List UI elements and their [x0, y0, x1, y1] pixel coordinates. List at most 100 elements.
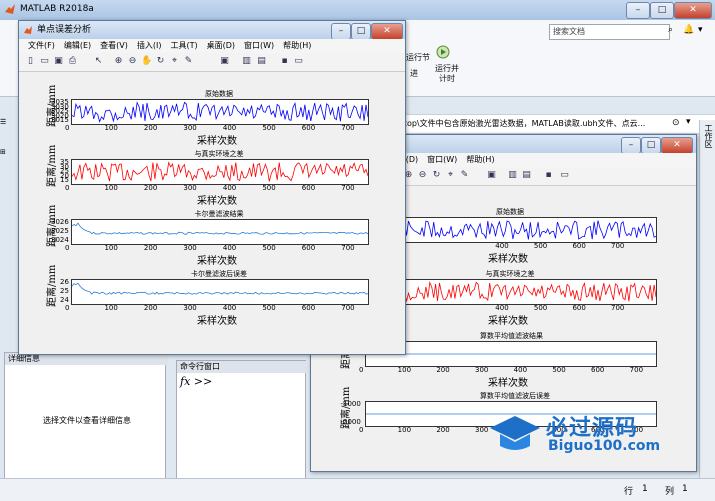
colorbar-icon[interactable]: ▥	[241, 56, 252, 67]
back-axes1-xtick-0: 400	[495, 304, 509, 312]
save-icon[interactable]: ▣	[53, 56, 64, 67]
data-cursor-icon[interactable]: ⌖	[445, 170, 456, 181]
back-axes2-title: 算数平均值滤波结果	[480, 332, 543, 340]
dropdown-icon[interactable]: ▾	[686, 117, 691, 127]
front-axes0-xtick-4: 400	[222, 124, 237, 132]
zoom-in-icon[interactable]: ⊕	[113, 56, 124, 67]
figure-icon	[24, 26, 32, 34]
fig-front-maximize-button[interactable]: □	[351, 23, 371, 40]
print-icon[interactable]: ⎙	[67, 56, 78, 67]
show-plot-tools-icon[interactable]: ▭	[559, 170, 570, 181]
zoom-out-icon[interactable]: ⊖	[417, 170, 428, 181]
front-menu-item-2[interactable]: 查看(V)	[100, 41, 128, 50]
row-label: 行	[624, 487, 634, 497]
colorbar-icon[interactable]: ▥	[507, 170, 518, 181]
expand-panel-icon[interactable]: ⊞	[0, 148, 8, 156]
front-menu-item-4[interactable]: 工具(T)	[170, 41, 197, 50]
fig-front-minimize-button[interactable]: –	[331, 23, 351, 40]
front-menu-item-6[interactable]: 窗口(W)	[244, 41, 274, 50]
front-axes3-plot[interactable]	[71, 279, 369, 305]
workspace-side-tab[interactable]: 工作区	[699, 120, 715, 480]
front-axes0-xtick-7: 700	[341, 124, 355, 132]
front-axes0-xtick-5: 500	[262, 124, 276, 132]
back-axes0-xtick-3: 700	[611, 242, 625, 250]
maximize-button[interactable]: □	[650, 2, 674, 19]
command-window-header: 命令行窗口	[177, 361, 308, 373]
front-menu-item-5[interactable]: 桌面(D)	[207, 41, 235, 50]
hide-plot-tools-icon[interactable]: ▪	[543, 170, 554, 181]
rotate-icon[interactable]: ↻	[431, 170, 442, 181]
link-plot-icon[interactable]: ▣	[219, 56, 230, 67]
fig-back-minimize-button[interactable]: –	[621, 137, 641, 154]
front-menu-item-1[interactable]: 编辑(E)	[64, 41, 91, 50]
back-axes0-title: 原始数据	[496, 208, 524, 216]
hide-plot-tools-icon[interactable]: ▪	[279, 56, 290, 67]
chevron-down-icon[interactable]: ▾	[698, 25, 703, 35]
back-axes2-xtick-2: 200	[436, 366, 450, 374]
pan-icon[interactable]: ✋	[141, 56, 152, 67]
minimize-button[interactable]: –	[626, 2, 650, 19]
matlab-titlebar	[0, 0, 715, 20]
run-and-time-label[interactable]: 运行并 计时	[432, 64, 462, 84]
front-axes0-series-line	[71, 101, 369, 123]
fig-front-close-button[interactable]: ✕	[371, 23, 403, 40]
back-axes2-xtick-1: 100	[397, 366, 412, 374]
brush-icon[interactable]: ✎	[459, 170, 470, 181]
front-axes2-plot[interactable]	[71, 219, 369, 245]
status-bar: 行 1 列 1	[0, 478, 715, 501]
front-axes2-xtick-2: 200	[143, 244, 158, 252]
run-section-label[interactable]: 运行节	[406, 52, 430, 63]
front-menu-item-0[interactable]: 文件(F)	[28, 41, 55, 50]
front-menu-item-3[interactable]: 插入(I)	[137, 41, 162, 50]
pointer-icon[interactable]: ↖	[93, 56, 104, 67]
back-axes2-xtick-3: 300	[475, 366, 489, 374]
data-cursor-icon[interactable]: ⌖	[169, 56, 180, 67]
search-icon[interactable]: ⌕	[668, 25, 673, 35]
front-axes3-series-line	[71, 282, 369, 295]
advance-label[interactable]: 进	[410, 68, 418, 79]
link-plot-icon[interactable]: ▣	[486, 170, 497, 181]
front-axes3-xtick-5: 500	[262, 304, 276, 312]
back-axes1-plot[interactable]	[365, 279, 657, 305]
back-menu-item-4[interactable]: 帮助(H)	[466, 155, 494, 164]
back-axes0-xtick-1: 500	[533, 242, 548, 250]
panel-tab-icon[interactable]: ☰	[0, 118, 8, 126]
legend-icon[interactable]: ▤	[256, 56, 267, 67]
front-axes0-plot[interactable]	[71, 99, 369, 125]
back-menu-item-3[interactable]: 窗口(W)	[427, 155, 457, 164]
front-axes0-xlabel: 采样次数	[197, 136, 237, 147]
back-axes0-plot[interactable]	[365, 217, 657, 243]
close-button[interactable]: ✕	[674, 2, 712, 19]
run-and-time-icon[interactable]	[434, 42, 450, 60]
front-menu-item-7[interactable]: 帮助(H)	[283, 41, 311, 50]
command-window[interactable]: 命令行窗口 fx >>	[176, 360, 308, 488]
front-axes2-xtick-4: 400	[222, 244, 237, 252]
front-axes2-xtick-7: 700	[341, 244, 355, 252]
fig-back-maximize-button[interactable]: □	[641, 137, 661, 154]
notifications-icon[interactable]: 🔔	[683, 25, 694, 35]
front-axes3-xtick-4: 400	[222, 304, 237, 312]
back-axes2-plot[interactable]	[365, 341, 657, 367]
zoom-out-icon[interactable]: ⊖	[127, 56, 138, 67]
fig-back-close-button[interactable]: ✕	[661, 137, 693, 154]
brush-icon[interactable]: ✎	[183, 56, 194, 67]
front-axes0-xtick-1: 100	[104, 124, 118, 132]
open-file-icon[interactable]: ▭	[39, 56, 50, 67]
legend-icon[interactable]: ▤	[521, 170, 532, 181]
search-docs-input[interactable]: 搜索文档	[549, 24, 670, 40]
front-axes2-xlabel: 采样次数	[197, 256, 237, 267]
new-figure-icon[interactable]: ▯	[25, 56, 36, 67]
front-axes1-plot[interactable]	[71, 159, 369, 185]
expand-icon[interactable]: ⊙	[672, 118, 680, 128]
front-axes2-series-line	[71, 222, 369, 235]
back-axes2-xtick-7: 700	[629, 366, 644, 374]
figure-front-title: 单点误差分析	[37, 25, 92, 35]
back-axes3-title: 算数平均值滤波后误差	[480, 392, 550, 400]
back-axes2-xlabel: 采样次数	[488, 378, 528, 389]
front-axes1-title: 与真实环境之差	[194, 150, 244, 158]
command-prompt[interactable]: fx >>	[180, 375, 212, 388]
rotate-icon[interactable]: ↻	[155, 56, 166, 67]
current-folder-path[interactable]: sktop\文件中包含原始激光雷达数据，MATLAB读取.ubh文件、点云...	[395, 114, 715, 134]
show-plot-tools-icon[interactable]: ▭	[293, 56, 304, 67]
figure-window-front[interactable]: 单点误差分析 – □ ✕ 文件(F) 编辑(E) 查看(V) 插入(I) 工具(T) 桌面…	[18, 20, 406, 355]
